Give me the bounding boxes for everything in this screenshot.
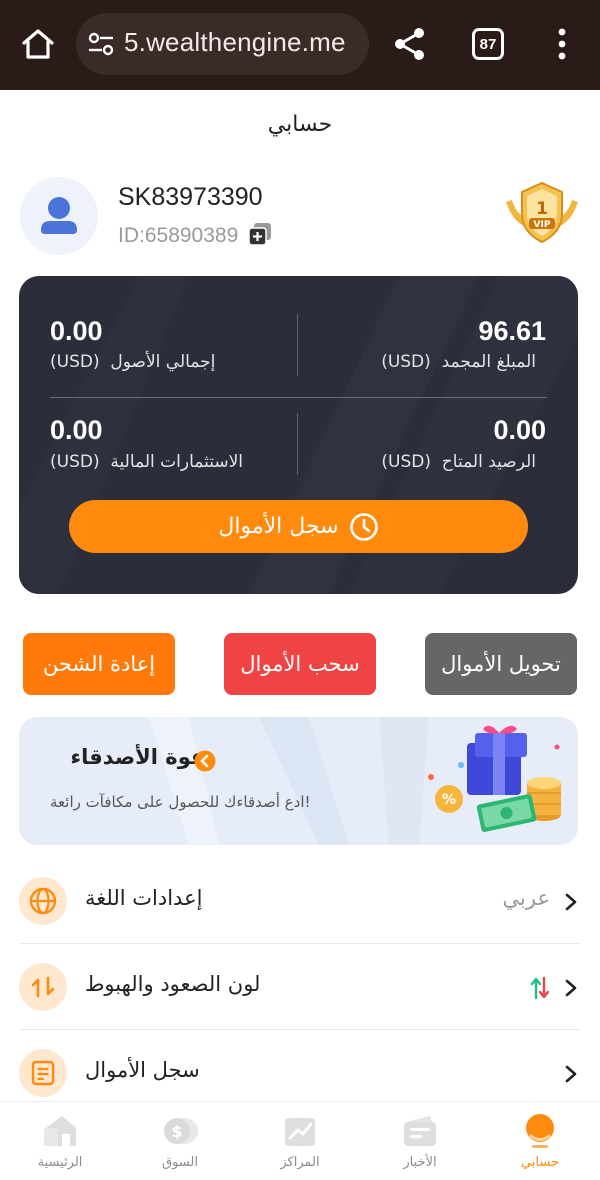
nav-item-news[interactable]: الأخبار [360, 1102, 480, 1180]
transfer-funds-button[interactable]: تحويل الأموال [425, 633, 577, 695]
nav-label: المراكز [280, 1155, 320, 1170]
chevron-right-icon [565, 979, 577, 997]
invite-subtitle: ادع أصدقاءك للحصول على مكافآت رائعة! [50, 793, 311, 811]
card-divider [297, 314, 298, 376]
funds-log-button[interactable]: سجل الأموال [69, 500, 528, 553]
investments-text: الاستثمارات المالية [110, 452, 244, 472]
nav-label: حسابي [520, 1155, 560, 1170]
vip-label: VIP [534, 220, 551, 230]
nav-item-profile[interactable]: حسابي [480, 1102, 600, 1180]
total-assets-text: إجمالي الأصول [110, 352, 216, 372]
invite-friends-banner[interactable]: دعوة الأصدقاء ادع أصدقاءك للحصول على مكا… [19, 717, 578, 845]
settings-row-value: عربي [502, 886, 550, 910]
frozen-amount-label: (USD) المبلغ المجمد [381, 352, 536, 372]
globe-icon [29, 887, 57, 915]
recharge-button[interactable]: إعادة الشحن [23, 633, 175, 695]
nav-label: الأخبار [403, 1155, 437, 1170]
arrow-circle-icon [194, 750, 216, 772]
card-divider [50, 397, 547, 398]
username: SK83973390 [118, 183, 263, 211]
available-balance-label: (USD) الرصيد المتاح [381, 452, 536, 472]
balance-card: 96.61 (USD) المبلغ المجمد 0.00 (USD) إجم… [19, 276, 578, 594]
nav-item-home[interactable]: الرئيسية [0, 1102, 120, 1180]
total-assets-value: 0.00 [50, 316, 103, 346]
home-icon[interactable] [18, 24, 58, 64]
frozen-amount-unit: (USD) [381, 352, 431, 372]
positions-icon [285, 1118, 315, 1146]
site-settings-icon[interactable] [88, 32, 114, 56]
profile-icon [526, 1114, 554, 1148]
svg-text:%: % [442, 792, 456, 808]
vip-badge-icon: 1 VIP [506, 181, 578, 244]
user-id: ID:65890389 [118, 224, 239, 247]
available-balance-value: 0.00 [493, 415, 546, 445]
nav-item-positions[interactable]: المراكز [240, 1102, 360, 1180]
home-icon [44, 1116, 76, 1146]
market-icon: $ [164, 1118, 198, 1144]
clock-icon [349, 512, 378, 541]
svg-text:$: $ [171, 1122, 182, 1141]
avatar[interactable] [20, 177, 98, 255]
card-divider [297, 413, 298, 475]
investments-label: (USD) الاستثمارات المالية [50, 452, 243, 472]
browser-toolbar: 5.wealthengine.me 87 [0, 0, 600, 90]
settings-row-label: إعدادات اللغة [85, 886, 203, 910]
up-down-indicator-icon [530, 976, 550, 1000]
settings-row-label: لون الصعود والهبوط [85, 972, 261, 996]
funds-log-button-label: سجل الأموال [218, 514, 339, 539]
bottom-navigation: حسابي الأخبار المراكز $ السوق الرئيسية [0, 1101, 600, 1179]
chevron-right-icon [565, 1065, 577, 1083]
settings-row-label: سجل الأموال [85, 1058, 200, 1082]
swap-arrows-icon [31, 976, 55, 998]
url-text: 5.wealthengine.me [124, 27, 346, 57]
more-menu-icon[interactable] [548, 24, 576, 64]
available-balance-text: الرصيد المتاح [441, 452, 536, 472]
frozen-amount-value: 96.61 [478, 316, 546, 346]
settings-row-language[interactable]: إعدادات اللغة عربي [19, 858, 580, 944]
share-icon[interactable] [390, 24, 430, 64]
user-icon [41, 197, 77, 234]
nav-item-market[interactable]: $ السوق [120, 1102, 240, 1180]
gift-illustration-icon: % [428, 725, 561, 833]
nav-label: السوق [162, 1155, 198, 1170]
address-bar[interactable]: 5.wealthengine.me [76, 13, 369, 75]
page-header: حسابي [0, 90, 600, 158]
available-balance-unit: (USD) [381, 452, 431, 472]
document-icon [31, 1060, 55, 1086]
chevron-right-icon [565, 893, 577, 911]
withdraw-funds-button[interactable]: سحب الأموال [224, 633, 376, 695]
frozen-amount-text: المبلغ المجمد [441, 352, 536, 372]
settings-icon-wrap [19, 877, 67, 925]
total-assets-unit: (USD) [50, 352, 100, 372]
news-icon [404, 1116, 436, 1146]
investments-unit: (USD) [50, 452, 100, 472]
settings-icon-wrap [19, 963, 67, 1011]
total-assets-label: (USD) إجمالي الأصول [50, 352, 215, 372]
tab-switcher-button[interactable]: 87 [472, 28, 504, 60]
page-title: حسابي [267, 111, 333, 137]
vip-level-number: 1 [536, 199, 548, 219]
settings-icon-wrap [19, 1049, 67, 1097]
copy-icon[interactable] [248, 222, 272, 246]
nav-label: الرئيسية [37, 1155, 83, 1170]
investments-value: 0.00 [50, 415, 103, 445]
settings-row-up-down-color[interactable]: لون الصعود والهبوط [19, 944, 580, 1030]
